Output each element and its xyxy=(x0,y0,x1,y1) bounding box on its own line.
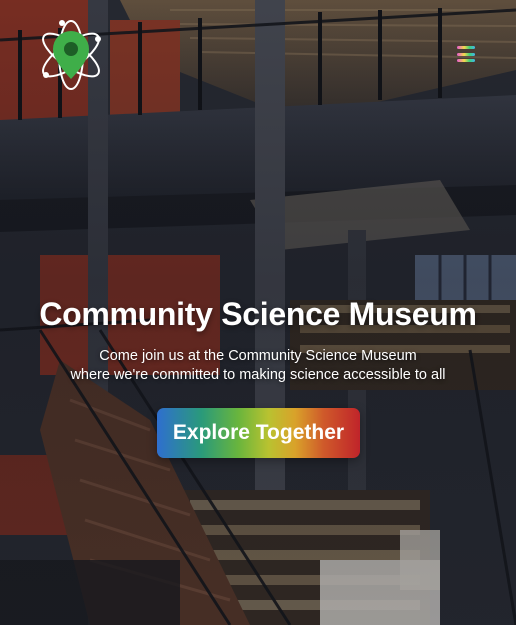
hero-title: Community Science Museum xyxy=(39,296,477,332)
hero-subtitle-line-1: Come join us at the Community Science Mu… xyxy=(99,348,417,364)
hero-subtitle-line-2: where we're committed to making science … xyxy=(70,367,446,383)
menu-line xyxy=(457,52,475,56)
menu-line xyxy=(457,59,475,62)
menu-line xyxy=(457,46,475,49)
hero-subtitle: Come join us at the Community Science Mu… xyxy=(0,347,516,385)
atom-location-pin-icon[interactable] xyxy=(36,17,106,93)
hamburger-menu-icon[interactable] xyxy=(454,42,480,66)
hero-section: Community Science Museum Come join us at… xyxy=(0,296,516,385)
explore-together-button[interactable]: Explore Together xyxy=(157,408,360,458)
